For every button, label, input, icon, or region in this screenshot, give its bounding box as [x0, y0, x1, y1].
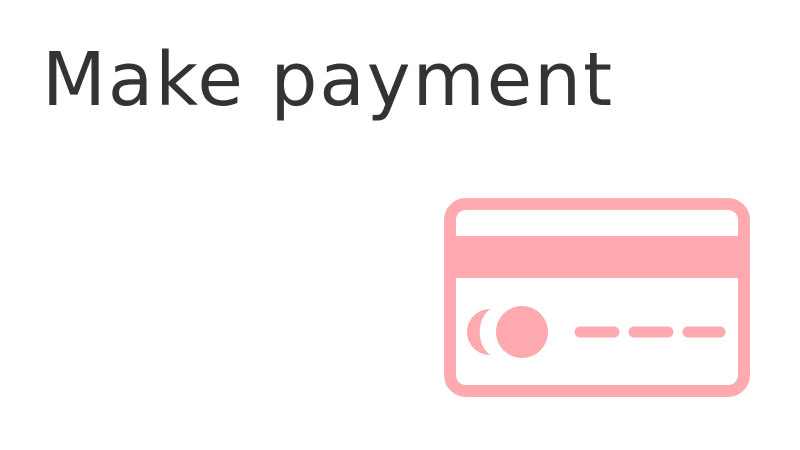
page-title: Make payment [42, 37, 615, 123]
credit-card-icon [444, 198, 750, 397]
card-logo-left [467, 309, 490, 355]
card-outline [444, 198, 750, 397]
card-logo-right [496, 306, 548, 358]
card-stripe [450, 236, 744, 278]
